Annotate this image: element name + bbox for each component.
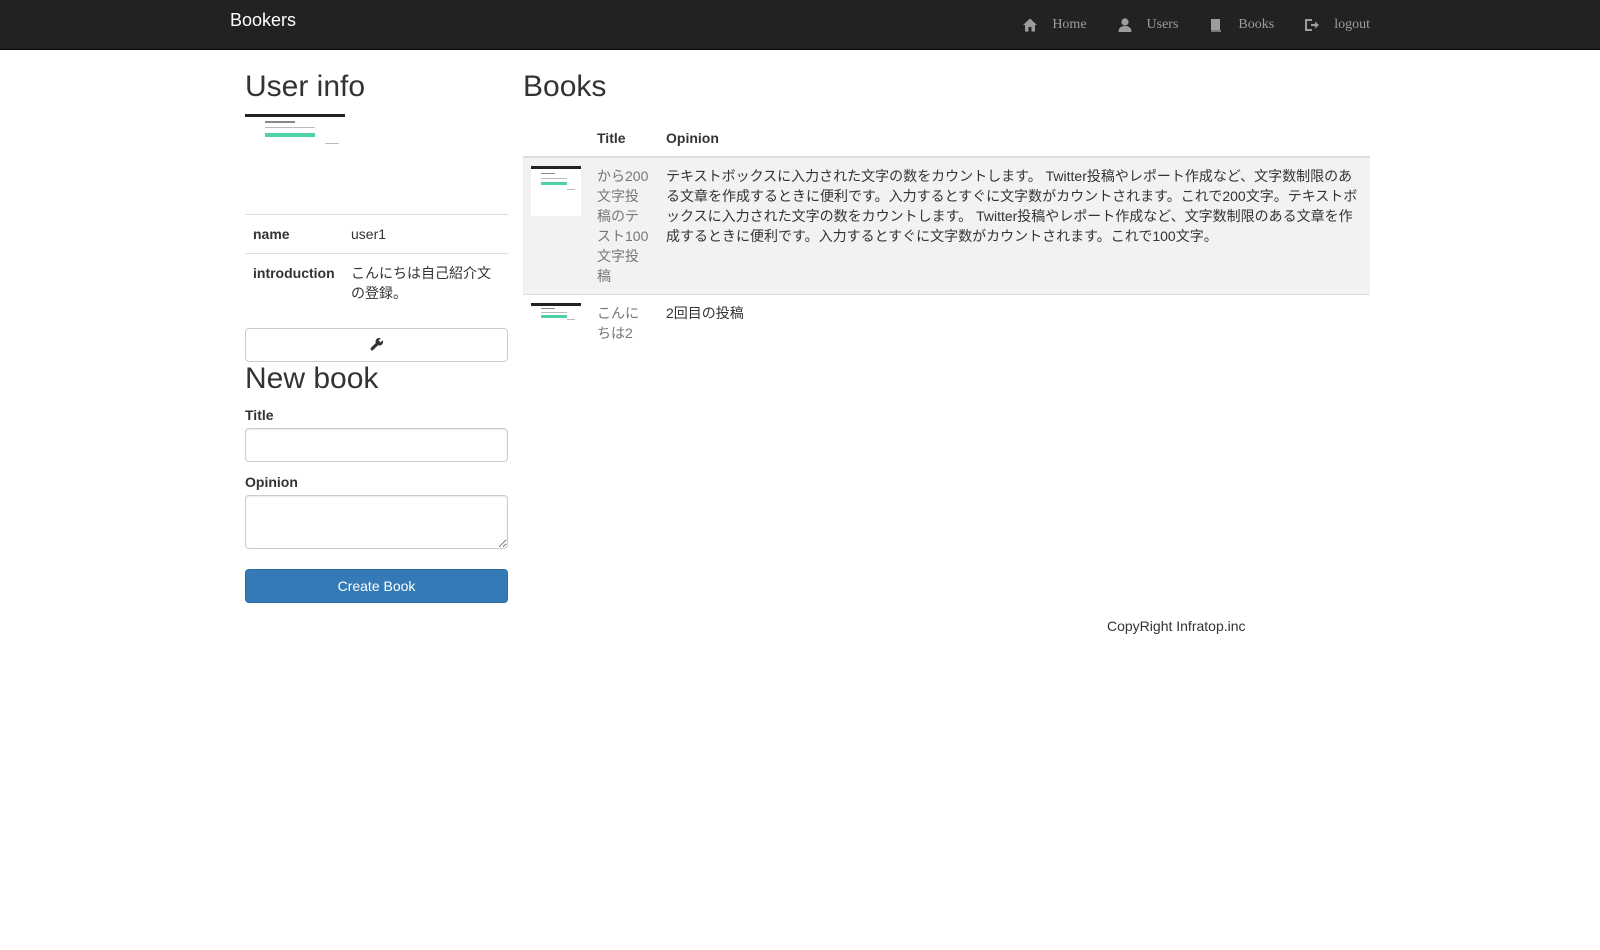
book-title-link[interactable]: から200文字投稿のテスト100文字投稿 bbox=[597, 168, 648, 284]
column-header-title: Title bbox=[589, 120, 658, 158]
brand-link[interactable]: Bookers bbox=[230, 10, 296, 31]
left-column: User info name user1 introduction こんにちは自… bbox=[245, 70, 508, 603]
nav-item-logout[interactable]: logout bbox=[1304, 17, 1370, 33]
books-header-row: Title Opinion bbox=[523, 120, 1370, 158]
book-title-cell: こんにちは2 bbox=[589, 294, 658, 351]
logout-icon bbox=[1304, 17, 1320, 33]
title-label: Title bbox=[245, 407, 274, 423]
book-thumbnail[interactable] bbox=[531, 166, 581, 216]
profile-label: name bbox=[245, 214, 343, 254]
opinion-label: Opinion bbox=[245, 474, 298, 490]
books-heading: Books bbox=[523, 70, 607, 103]
profile-image bbox=[245, 114, 345, 146]
edit-profile-button[interactable] bbox=[245, 328, 508, 362]
home-icon bbox=[1022, 17, 1038, 33]
book-opinion-cell: 2回目の投稿 bbox=[658, 294, 1370, 351]
user-info-heading: User info bbox=[245, 70, 366, 103]
right-column: Books Title Opinion から200文字投稿のテスト100文字投稿… bbox=[523, 70, 1370, 351]
create-book-button[interactable]: Create Book bbox=[245, 569, 508, 603]
nav-item-label: Books bbox=[1238, 17, 1275, 32]
opinion-textarea[interactable] bbox=[245, 495, 508, 549]
profile-value: user1 bbox=[343, 214, 508, 254]
user-icon bbox=[1117, 17, 1133, 33]
profile-table: name user1 introduction こんにちは自己紹介文の登録。 bbox=[245, 214, 508, 312]
book-title-link[interactable]: こんにちは2 bbox=[597, 305, 639, 341]
table-row: から200文字投稿のテスト100文字投稿 テキストボックスに入力された文字の数を… bbox=[523, 156, 1370, 295]
books-table: Title Opinion から200文字投稿のテスト100文字投稿 テキストボ bbox=[523, 120, 1370, 351]
book-icon bbox=[1208, 17, 1224, 33]
column-header-opinion: Opinion bbox=[658, 120, 1370, 158]
column-header-image bbox=[523, 120, 589, 158]
nav-item-label: Home bbox=[1052, 17, 1087, 32]
nav-item-label: logout bbox=[1334, 17, 1370, 32]
book-title-cell: から200文字投稿のテスト100文字投稿 bbox=[589, 156, 658, 295]
wrench-icon bbox=[370, 337, 384, 354]
navbar: Bookers Home Users Books logout bbox=[0, 0, 1600, 50]
new-book-heading: New book bbox=[245, 362, 379, 395]
table-row: こんにちは2 2回目の投稿 bbox=[523, 294, 1370, 351]
nav-item-label: Users bbox=[1146, 17, 1179, 32]
book-thumbnail[interactable] bbox=[531, 303, 581, 320]
profile-row-name: name user1 bbox=[245, 214, 508, 254]
footer-copyright: CopyRight Infratop.inc bbox=[1107, 618, 1246, 634]
nav-item-books[interactable]: Books bbox=[1208, 17, 1274, 33]
book-opinion-cell: テキストボックスに入力された文字の数をカウントします。 Twitter投稿やレポ… bbox=[658, 156, 1370, 295]
profile-row-introduction: introduction こんにちは自己紹介文の登録。 bbox=[245, 253, 508, 312]
nav-item-users[interactable]: Users bbox=[1117, 17, 1179, 33]
profile-value: こんにちは自己紹介文の登録。 bbox=[343, 253, 508, 312]
book-image-cell bbox=[523, 294, 589, 351]
title-input[interactable] bbox=[245, 428, 508, 462]
book-image-cell bbox=[523, 156, 589, 295]
nav-item-home[interactable]: Home bbox=[1022, 17, 1087, 33]
nav-menu: Home Users Books logout bbox=[1022, 0, 1370, 50]
profile-label: introduction bbox=[245, 253, 343, 312]
